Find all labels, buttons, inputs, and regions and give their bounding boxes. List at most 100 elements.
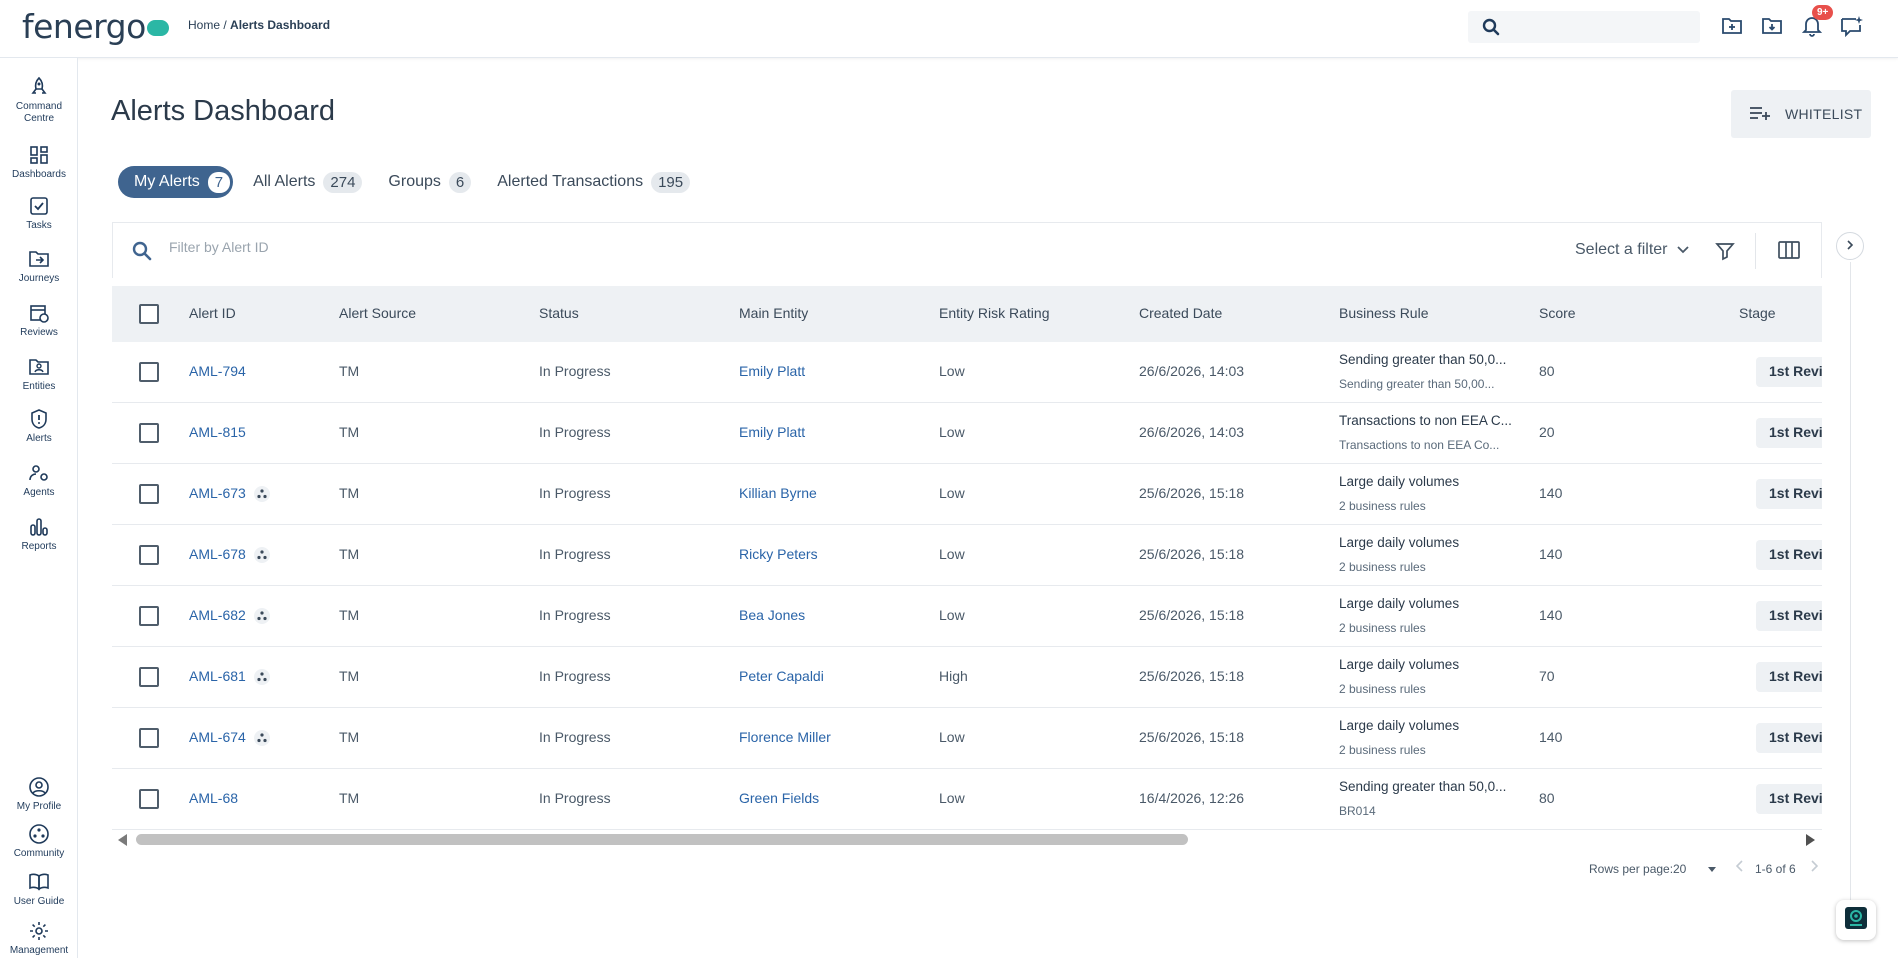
column-header-created-date[interactable]: Created Date <box>1139 305 1222 321</box>
sidebar-item-agents[interactable]: Agents <box>0 462 78 499</box>
sidebar-item-label: Agents <box>23 487 55 498</box>
business-rule-sub: Sending greater than 50,00... <box>1339 377 1495 391</box>
alert-id-link[interactable]: AML-674 <box>189 729 270 747</box>
expand-panel-button[interactable] <box>1836 232 1864 260</box>
alert-id-link[interactable]: AML-794 <box>189 363 246 379</box>
tab-label: My Alerts <box>134 173 200 190</box>
global-search-input[interactable] <box>1468 11 1700 43</box>
column-header-alert-source[interactable]: Alert Source <box>339 305 416 321</box>
table-row[interactable]: AML-678 TM In Progress Ricky Peters Low … <box>112 525 1822 586</box>
stage-button[interactable]: 1st Revi <box>1756 540 1822 570</box>
stage-button[interactable]: 1st Revi <box>1756 601 1822 631</box>
table-row[interactable]: AML-68 TM In Progress Green Fields Low 1… <box>112 769 1822 830</box>
table-row[interactable]: AML-815 TM In Progress Emily Platt Low 2… <box>112 403 1822 464</box>
sidebar-item-dashboards[interactable]: Dashboards <box>0 144 78 181</box>
breadcrumb-home-link[interactable]: Home <box>188 18 220 32</box>
tab-my-alerts[interactable]: My Alerts 7 <box>118 166 234 198</box>
alert-id-link[interactable]: AML-815 <box>189 424 246 440</box>
sidebar-item-alerts[interactable]: Alerts <box>0 408 78 445</box>
alert-score: 80 <box>1539 363 1555 379</box>
columns-icon[interactable] <box>1778 240 1800 265</box>
sidebar-item-community[interactable]: Community <box>0 823 78 860</box>
stage-button[interactable]: 1st Revi <box>1756 418 1822 448</box>
alert-id-link[interactable]: AML-682 <box>189 607 270 625</box>
column-header-alert-id[interactable]: Alert ID <box>189 305 236 321</box>
whitelist-button[interactable]: WHITELIST <box>1731 90 1871 138</box>
fenergo-logo[interactable]: fenerg o <box>22 6 169 46</box>
horizontal-scrollbar[interactable] <box>112 830 1822 848</box>
row-checkbox[interactable] <box>139 423 159 443</box>
column-header-main-entity[interactable]: Main Entity <box>739 305 808 321</box>
sidebar-item-management[interactable]: Management <box>0 920 78 957</box>
main-entity-link[interactable]: Ricky Peters <box>739 546 818 562</box>
select-filter-dropdown[interactable]: Select a filter <box>1575 241 1690 259</box>
group-alert-icon <box>253 608 270 625</box>
business-rule-sub: Transactions to non EEA Co... <box>1339 438 1500 452</box>
stage-button[interactable]: 1st Revi <box>1756 662 1822 692</box>
main-entity-link[interactable]: Bea Jones <box>739 607 805 623</box>
row-checkbox[interactable] <box>139 606 159 626</box>
main-entity-link[interactable]: Florence Miller <box>739 729 831 745</box>
alert-id-link[interactable]: AML-68 <box>189 790 238 806</box>
main-entity-link[interactable]: Peter Capaldi <box>739 668 824 684</box>
new-folder-icon[interactable] <box>1720 14 1744 38</box>
alert-id-link[interactable]: AML-673 <box>189 485 270 503</box>
sidebar-item-journeys[interactable]: Journeys <box>0 248 78 285</box>
tab-alerted-transactions[interactable]: Alerted Transactions 195 <box>497 166 691 198</box>
stage-button[interactable]: 1st Revi <box>1756 723 1822 753</box>
table-row[interactable]: AML-794 TM In Progress Emily Platt Low 2… <box>112 342 1822 403</box>
sidebar-item-entities[interactable]: Entities <box>0 356 78 393</box>
chat-sparkle-icon[interactable] <box>1840 14 1864 38</box>
column-header-entity-risk-rating[interactable]: Entity Risk Rating <box>939 305 1049 321</box>
main-entity-link[interactable]: Green Fields <box>739 790 819 806</box>
tab-groups[interactable]: Groups 6 <box>388 166 472 198</box>
sidebar-item-label: Command Centre <box>15 101 63 124</box>
sidebar-item-command-centre[interactable]: Command Centre <box>0 76 78 125</box>
column-header-business-rule[interactable]: Business Rule <box>1339 305 1429 321</box>
next-page-icon[interactable] <box>1810 860 1819 875</box>
table-row[interactable]: AML-682 TM In Progress Bea Jones Low 25/… <box>112 586 1822 647</box>
main-entity-link[interactable]: Killian Byrne <box>739 485 817 501</box>
sidebar-item-tasks[interactable]: Tasks <box>0 195 78 232</box>
tab-all-alerts[interactable]: All Alerts 274 <box>253 166 363 198</box>
select-all-checkbox[interactable] <box>139 304 159 324</box>
prev-page-icon[interactable] <box>1735 860 1744 875</box>
sidebar-item-reports[interactable]: Reports <box>0 516 78 553</box>
column-header-status[interactable]: Status <box>539 305 579 321</box>
assistant-bot-button[interactable] <box>1836 900 1876 940</box>
row-checkbox[interactable] <box>139 728 159 748</box>
table-row[interactable]: AML-681 TM In Progress Peter Capaldi Hig… <box>112 647 1822 708</box>
scroll-left-arrow-icon[interactable] <box>118 834 127 846</box>
folder-download-icon[interactable] <box>1760 14 1784 38</box>
stage-button[interactable]: 1st Revi <box>1756 479 1822 509</box>
sidebar-item-label: Dashboards <box>12 169 66 180</box>
row-checkbox[interactable] <box>139 789 159 809</box>
scroll-right-arrow-icon[interactable] <box>1806 834 1815 846</box>
main-entity-link[interactable]: Emily Platt <box>739 424 805 440</box>
column-header-score[interactable]: Score <box>1539 305 1576 321</box>
alert-id-link[interactable]: AML-678 <box>189 546 270 564</box>
filter-funnel-icon[interactable] <box>1715 241 1735 266</box>
business-rule: Sending greater than 50,0... <box>1339 352 1507 367</box>
scrollbar-thumb[interactable] <box>136 834 1188 845</box>
table-row[interactable]: AML-673 TM In Progress Killian Byrne Low… <box>112 464 1822 525</box>
stage-button[interactable]: 1st Revi <box>1756 357 1822 387</box>
column-header-stage[interactable]: Stage <box>1739 305 1776 321</box>
row-checkbox[interactable] <box>139 362 159 382</box>
breadcrumb-current: Alerts Dashboard <box>230 18 331 32</box>
alert-id-link[interactable]: AML-681 <box>189 668 270 686</box>
table-row[interactable]: AML-674 TM In Progress Florence Miller L… <box>112 708 1822 769</box>
main-entity-link[interactable]: Emily Platt <box>739 363 805 379</box>
agents-gear-icon <box>28 462 50 484</box>
row-checkbox[interactable] <box>139 545 159 565</box>
alert-id-filter-input[interactable] <box>169 239 769 255</box>
sidebar-item-label: Alerts <box>26 433 52 444</box>
sidebar-item-my-profile[interactable]: My Profile <box>0 776 78 813</box>
stage-button[interactable]: 1st Revi <box>1756 784 1822 814</box>
sidebar-item-user-guide[interactable]: User Guide <box>0 871 78 908</box>
chevron-right-icon <box>1846 237 1854 255</box>
row-checkbox[interactable] <box>139 667 159 687</box>
row-checkbox[interactable] <box>139 484 159 504</box>
rows-per-page-select[interactable]: 20 <box>1673 862 1716 876</box>
sidebar-item-reviews[interactable]: Reviews <box>0 302 78 339</box>
